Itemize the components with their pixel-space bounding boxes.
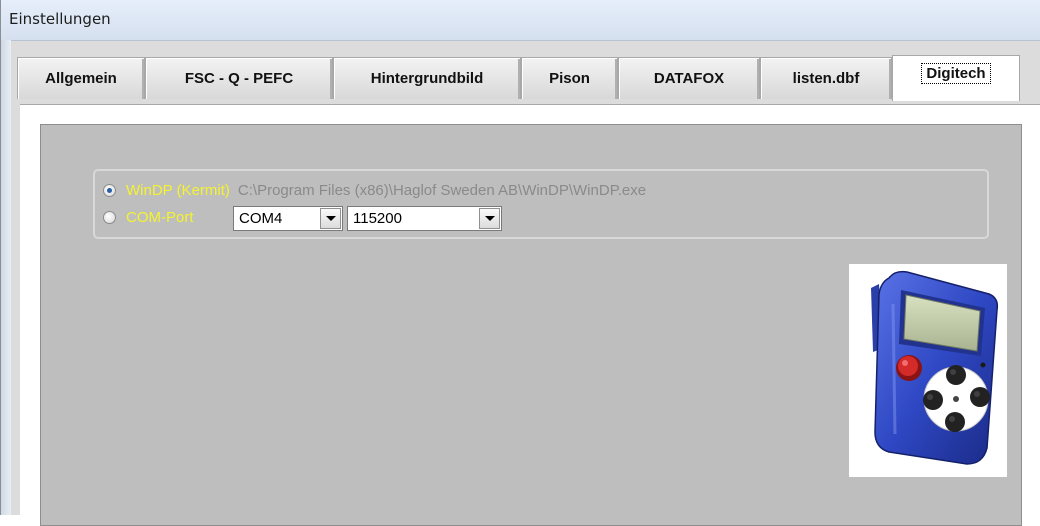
tab-digitech[interactable]: Digitech: [892, 55, 1020, 101]
tab-label: Allgemein: [45, 70, 117, 87]
windp-radio-label[interactable]: WinDP (Kermit): [126, 182, 230, 199]
tab-label: Pison: [549, 70, 590, 87]
baud-rate-value: 115200: [353, 210, 402, 227]
radio-row-windp: WinDP (Kermit) C:\Program Files (x86)\Ha…: [103, 179, 646, 201]
digitech-device-image: [849, 264, 1007, 477]
connection-radio-group: WinDP (Kermit) C:\Program Files (x86)\Ha…: [93, 169, 989, 239]
baud-rate-select[interactable]: 115200: [347, 206, 502, 231]
comport-radio[interactable]: [103, 210, 116, 224]
tab-listen-dbf[interactable]: listen.dbf: [760, 57, 892, 99]
tab-panel-digitech: WinDP (Kermit) C:\Program Files (x86)\Ha…: [20, 104, 1040, 526]
tab-hintergrundbild[interactable]: Hintergrundbild: [333, 57, 521, 99]
caliper-device-icon: [871, 270, 999, 465]
tab-label: FSC - Q - PEFC: [184, 70, 294, 87]
tab-datafox[interactable]: DATAFOX: [618, 57, 760, 99]
tab-strip: Allgemein FSC - Q - PEFC Hintergrundbild…: [17, 55, 1040, 107]
com-port-value: COM4: [239, 210, 283, 227]
tab-label: Hintergrundbild: [370, 70, 484, 87]
tab-label: Digitech: [921, 63, 991, 84]
tab-label: DATAFOX: [653, 70, 725, 87]
windp-radio[interactable]: [103, 183, 116, 197]
tab-label: listen.dbf: [792, 70, 860, 87]
window-frame-left: [1, 40, 11, 515]
com-port-select[interactable]: COM4: [233, 206, 343, 231]
title-bar: Einstellungen: [1, 0, 1040, 41]
windp-path: C:\Program Files (x86)\Haglof Sweden AB\…: [237, 181, 647, 199]
tab-pison[interactable]: Pison: [521, 57, 618, 99]
chevron-down-icon[interactable]: [320, 208, 341, 229]
tab-fsc-q-pefc[interactable]: FSC - Q - PEFC: [145, 57, 333, 99]
settings-window: Einstellungen Allgemein FSC - Q - PEFC H…: [0, 0, 1040, 526]
tab-allgemein[interactable]: Allgemein: [17, 57, 145, 99]
chevron-down-icon[interactable]: [479, 208, 500, 229]
window-title: Einstellungen: [9, 10, 111, 28]
radio-row-comport: COM-Port: [103, 206, 194, 228]
comport-radio-label[interactable]: COM-Port: [126, 209, 194, 226]
digitech-content-area: WinDP (Kermit) C:\Program Files (x86)\Ha…: [40, 124, 1022, 526]
